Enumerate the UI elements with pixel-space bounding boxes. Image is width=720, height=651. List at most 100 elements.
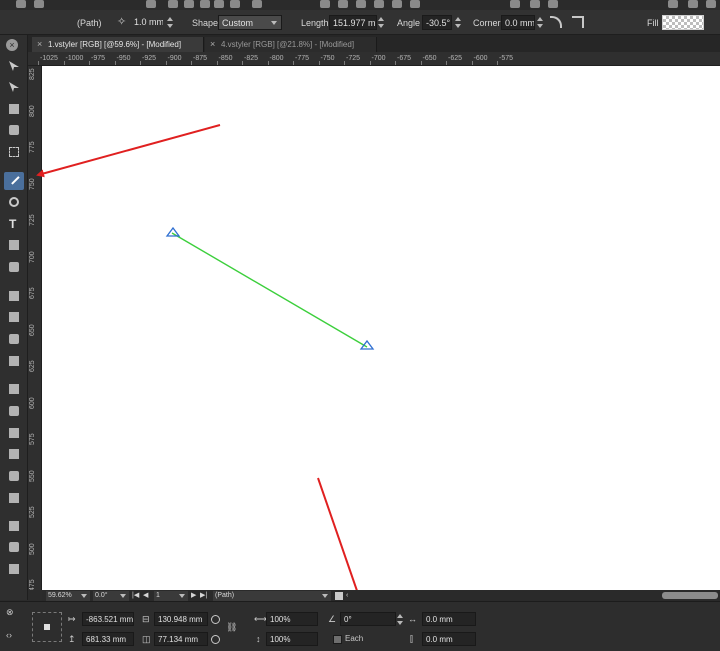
subtract-icon[interactable]	[338, 0, 348, 8]
y-position-field[interactable]: 681.33 mm	[82, 632, 134, 646]
zoom-dropdown[interactable]: 59.62%	[46, 591, 90, 601]
zoom-icon[interactable]	[4, 560, 24, 578]
knife-icon[interactable]	[4, 100, 24, 118]
guide-icon[interactable]	[530, 0, 540, 8]
spray-icon[interactable]	[4, 517, 24, 535]
combine-icon[interactable]	[410, 0, 420, 8]
rotation-dropdown[interactable]: 0.0°	[93, 591, 129, 601]
grid-icon[interactable]	[4, 424, 24, 442]
artboard-icon[interactable]	[4, 538, 24, 556]
ruler-label: -900	[167, 55, 182, 62]
stroke-width-stepper[interactable]	[166, 16, 174, 29]
scale-y-icon: ↕	[256, 634, 261, 644]
intersect-icon[interactable]	[356, 0, 366, 8]
scale-x-field[interactable]: 100%	[266, 612, 318, 626]
horizontal-scrollbar[interactable]	[662, 592, 718, 599]
tab-document-4[interactable]: × 4.vstyler [RGB] [@21.8%] - [Modified]	[205, 37, 377, 52]
pointer-icon[interactable]	[4, 57, 24, 75]
eyedropper-icon[interactable]	[4, 258, 24, 276]
lock-icon[interactable]	[335, 592, 343, 600]
object-type-label: (Path)	[77, 18, 102, 28]
x-position-field[interactable]: -863.521 mm	[82, 612, 134, 626]
marquee-icon[interactable]	[4, 143, 24, 161]
settings-icon[interactable]	[706, 0, 716, 8]
each-checkbox[interactable]	[333, 635, 342, 644]
stroke-width-field[interactable]: 1.0 mm	[131, 15, 163, 30]
node-tool-icon[interactable]	[4, 78, 24, 96]
grid-snap-icon[interactable]	[548, 0, 558, 8]
perspective-icon[interactable]	[4, 308, 24, 326]
reference-point-center[interactable]	[44, 624, 50, 630]
scroll-left-icon[interactable]: ‹	[346, 591, 348, 601]
rotation-field[interactable]: 0°	[340, 612, 396, 626]
redo-icon[interactable]	[34, 0, 44, 8]
frame-glyph	[9, 449, 19, 459]
reference-point-selector[interactable]	[32, 612, 62, 642]
corner-stepper[interactable]	[536, 16, 544, 29]
corner-field[interactable]: 0.0 mm	[501, 15, 535, 30]
close-panel-icon[interactable]: ×	[6, 39, 18, 51]
length-stepper[interactable]	[377, 16, 385, 29]
link-proportions-icon[interactable]: ⛓	[226, 622, 237, 633]
length-field[interactable]: 151.977 mm	[329, 15, 377, 30]
frame-icon[interactable]	[4, 445, 24, 463]
top-icon-strip	[0, 0, 720, 10]
scale-y-field[interactable]: 100%	[266, 632, 318, 646]
knife-glyph	[9, 104, 19, 114]
arrange-icon[interactable]	[214, 0, 224, 8]
line-tool-icon[interactable]	[4, 172, 24, 190]
shape-builder-icon[interactable]	[4, 467, 24, 485]
pattern-icon[interactable]	[4, 402, 24, 420]
ungroup-icon[interactable]	[200, 0, 210, 8]
stamp-icon[interactable]	[4, 489, 24, 507]
divide-icon[interactable]	[392, 0, 402, 8]
text-tool-icon[interactable]: T	[4, 215, 24, 233]
width-lock-icon[interactable]	[211, 615, 220, 624]
fill-tool-icon[interactable]	[4, 236, 24, 254]
group-icon[interactable]	[184, 0, 194, 8]
corner-round-icon[interactable]	[550, 16, 562, 28]
first-page-icon[interactable]: |◀	[132, 591, 139, 601]
ruler-tick	[89, 61, 90, 65]
snap-icon[interactable]	[510, 0, 520, 8]
gradient-icon[interactable]	[4, 380, 24, 398]
union-icon[interactable]	[320, 0, 330, 8]
export-icon[interactable]	[668, 0, 678, 8]
image-icon[interactable]	[4, 352, 24, 370]
brush-icon[interactable]	[4, 287, 24, 305]
blend-icon[interactable]	[4, 121, 24, 139]
last-page-icon[interactable]: ▶|	[200, 591, 207, 601]
fill-swatch[interactable]	[662, 15, 704, 30]
tab-document-1[interactable]: × 1.vstyler [RGB] [@59.6%] - [Modified]	[32, 37, 204, 52]
order-icon[interactable]	[230, 0, 240, 8]
prev-page-icon[interactable]: ◀	[143, 591, 148, 601]
share-icon[interactable]	[688, 0, 698, 8]
rectangle-icon[interactable]	[4, 330, 24, 348]
exclude-icon[interactable]	[374, 0, 384, 8]
height-lock-icon[interactable]	[211, 635, 220, 644]
next-page-icon[interactable]: ▶	[191, 591, 196, 601]
undo-icon[interactable]	[16, 0, 26, 8]
selection-info[interactable]: (Path)	[213, 591, 331, 601]
shape-dropdown[interactable]: Custom	[218, 15, 282, 30]
expand-panel-icon[interactable]: ‹›	[6, 630, 12, 640]
rotation-stepper[interactable]	[396, 613, 404, 626]
document-canvas[interactable]	[42, 66, 720, 590]
close-tab-icon[interactable]: ×	[37, 39, 42, 49]
pointer-glyph	[9, 61, 19, 71]
page-dropdown[interactable]: 1	[154, 591, 188, 601]
close-tab-icon[interactable]: ×	[210, 39, 215, 49]
angle-stepper[interactable]	[454, 16, 462, 29]
skew-x-field[interactable]: 0.0 mm	[422, 612, 476, 626]
distribute-icon[interactable]	[168, 0, 178, 8]
height-field[interactable]: 77.134 mm	[154, 632, 208, 646]
angle-field[interactable]: -30.5°	[422, 15, 452, 30]
corner-chamfer-icon[interactable]	[572, 16, 584, 28]
close-panel-icon[interactable]: ⊗	[6, 607, 14, 618]
skew-y-field[interactable]: 0.0 mm	[422, 632, 476, 646]
width-field[interactable]: 130.948 mm	[154, 612, 208, 626]
boolean-icon[interactable]	[252, 0, 262, 8]
ruler-label: -1025	[40, 55, 58, 62]
ellipse-tool-icon[interactable]	[4, 193, 24, 211]
align-icon[interactable]	[146, 0, 156, 8]
